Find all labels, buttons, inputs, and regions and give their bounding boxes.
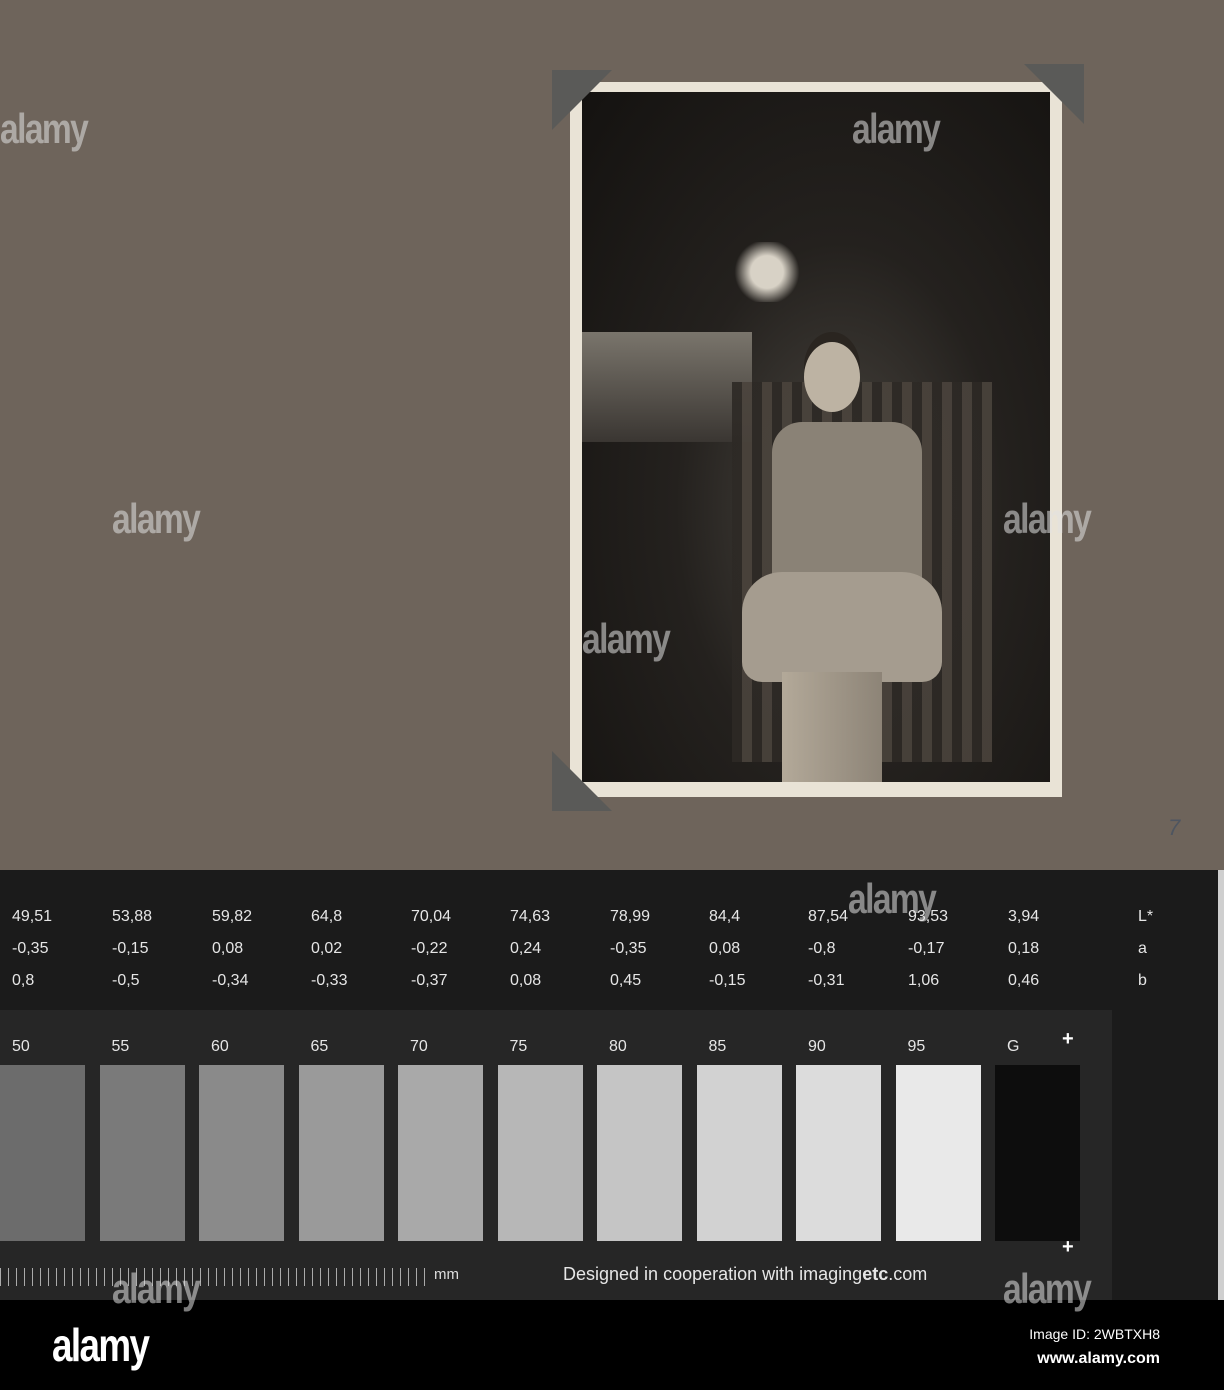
- skirt: [742, 572, 942, 682]
- fireplace-mantel: [582, 332, 752, 442]
- value-b: -0,31: [808, 972, 845, 989]
- value-b: -0,34: [212, 972, 249, 989]
- value-L: 78,99: [610, 908, 651, 925]
- watermark: alamy: [112, 1265, 201, 1312]
- site-url: www.alamy.com: [1037, 1350, 1160, 1367]
- watermark: alamy: [0, 105, 89, 152]
- patch-label: 95: [907, 1038, 926, 1055]
- value-b: -0,33: [311, 972, 348, 989]
- gray-patch: [99, 1065, 185, 1241]
- value-a: -0,15: [112, 940, 149, 957]
- value-a: 0,02: [311, 940, 343, 957]
- patch-label: 50: [12, 1038, 30, 1055]
- row-label: a: [1138, 940, 1147, 957]
- patch-label: 55: [111, 1038, 130, 1055]
- patch-label: 65: [310, 1038, 329, 1055]
- gray-patch: [298, 1065, 384, 1241]
- value-a: -0,8: [808, 940, 836, 957]
- mounted-photograph: [552, 64, 1084, 811]
- row-b: 0,8 -0,5 -0,34 -0,33 -0,37 0,08 0,45 -0,15 -0,31…: [0, 972, 1200, 996]
- row-a: -0,35 -0,15 0,08 0,02 -0,22 0,24 -0,35 0,08 -0,8…: [0, 940, 1200, 964]
- gray-patch: [597, 1065, 682, 1241]
- value-L: 74,63: [510, 908, 551, 925]
- patch-label: 90: [808, 1038, 826, 1055]
- gray-patch: [0, 1065, 85, 1241]
- value-b: -0,15: [709, 972, 746, 989]
- value-a: -0,22: [411, 940, 448, 957]
- pencil-mark: 7: [1168, 815, 1181, 840]
- value-L: 49,51: [12, 908, 53, 925]
- image-id: Image ID: 2WBTXH8: [1029, 1326, 1160, 1342]
- value-b: 0,08: [510, 972, 542, 989]
- value-b: -0,37: [411, 972, 448, 989]
- patch-panel: + + mm Designed in cooperation with imag…: [0, 1010, 1112, 1300]
- legs: [782, 672, 882, 782]
- value-L: 3,94: [1008, 908, 1040, 925]
- gray-patch: [995, 1065, 1080, 1241]
- chart-edge: [1218, 870, 1224, 1300]
- value-a: 0,08: [212, 940, 244, 957]
- value-a: -0,17: [908, 940, 945, 957]
- value-a: -0,35: [12, 940, 49, 957]
- row-label: b: [1138, 972, 1147, 989]
- value-b: 1,06: [908, 972, 940, 989]
- woman-head: [804, 342, 860, 412]
- patch-label: 85: [708, 1038, 727, 1055]
- patch-label: G: [1007, 1038, 1020, 1055]
- value-a: 0,18: [1008, 940, 1040, 957]
- gray-patch: [497, 1065, 583, 1241]
- value-b: -0,5: [112, 972, 140, 989]
- value-b: 0,8: [12, 972, 35, 989]
- watermark: alamy: [852, 105, 941, 152]
- gray-patch: [895, 1065, 981, 1241]
- watermark: alamy: [848, 875, 937, 922]
- value-L: 84,4: [709, 908, 741, 925]
- alamy-logo: alamy: [52, 1319, 150, 1371]
- gray-patch: [199, 1065, 284, 1241]
- value-L: 64,8: [311, 908, 343, 925]
- patch-label: 80: [609, 1038, 627, 1055]
- value-b: 0,46: [1008, 972, 1040, 989]
- album-page: 7: [0, 0, 1224, 870]
- value-L: 87,54: [808, 908, 849, 925]
- watermark: alamy: [582, 615, 671, 662]
- ruler-unit: mm: [434, 1266, 459, 1283]
- plus-mark: +: [1062, 1028, 1074, 1050]
- value-L: 70,04: [411, 908, 452, 925]
- gray-scale-target: 49,51 53,88 59,82 64,8 70,04 74,63 78,99 84,4 87…: [0, 870, 1218, 1300]
- gray-patch: [696, 1065, 782, 1241]
- watermark: alamy: [1003, 1265, 1092, 1312]
- row-L: 49,51 53,88 59,82 64,8 70,04 74,63 78,99 84,4 87…: [0, 908, 1200, 932]
- footer: alamy Image ID: 2WBTXH8 www.alamy.com: [0, 1300, 1224, 1390]
- value-a: 0,08: [709, 940, 741, 957]
- watermark: alamy: [1003, 495, 1092, 542]
- flowers: [722, 242, 812, 302]
- patch-label: 70: [410, 1038, 428, 1055]
- patch-label: 75: [509, 1038, 528, 1055]
- value-L: 53,88: [112, 908, 153, 925]
- credit-text: Designed in cooperation with imagingetc.…: [563, 1264, 928, 1284]
- watermark: alamy: [112, 495, 201, 542]
- value-a: -0,35: [610, 940, 647, 957]
- photo-woman-seated-reading: [582, 92, 1050, 782]
- ruler: [0, 1268, 430, 1286]
- value-a: 0,24: [510, 940, 542, 957]
- gray-patch: [398, 1065, 483, 1241]
- value-L: 59,82: [212, 908, 253, 925]
- gray-patch: [796, 1065, 881, 1241]
- patch-label: 60: [211, 1038, 229, 1055]
- value-b: 0,45: [610, 972, 642, 989]
- row-label: L*: [1138, 908, 1154, 925]
